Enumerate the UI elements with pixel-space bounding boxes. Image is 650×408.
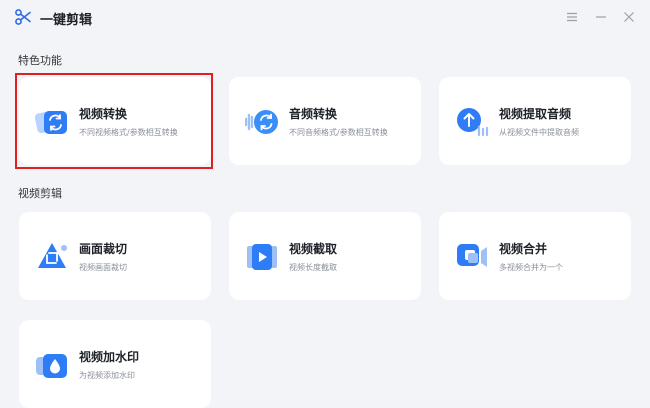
title-bar: 一键剪辑: [0, 0, 650, 34]
card-desc: 不同视频格式/参数相互转换: [79, 128, 178, 137]
extract-audio-icon: [457, 108, 489, 137]
card-desc: 视频画面裁切: [79, 263, 127, 272]
section-title-video-edit: 视频剪辑: [18, 187, 62, 200]
minimize-button[interactable]: [591, 7, 611, 27]
card-desc: 多视频合并为一个: [499, 263, 563, 272]
card-audio-convert[interactable]: 音频转换 不同音频格式/参数相互转换: [229, 77, 421, 165]
watermark-icon: [36, 354, 67, 378]
card-title: 视频加水印: [79, 350, 140, 364]
card-desc: 从视频文件中提取音频: [499, 128, 579, 137]
card-desc: 为视频添加水印: [79, 371, 135, 380]
card-watermark[interactable]: 视频加水印 为视频添加水印: [19, 320, 211, 408]
crop-icon: [38, 243, 67, 268]
video-convert-icon: [35, 110, 67, 134]
card-video-convert[interactable]: 视频转换 不同视频格式/参数相互转换: [19, 77, 211, 165]
minimize-icon: [596, 16, 606, 18]
card-title: 视频提取音频: [499, 107, 572, 121]
app-title: 一键剪辑: [40, 13, 93, 28]
card-title: 音频转换: [289, 107, 338, 121]
card-desc: 不同音频格式/参数相互转换: [289, 128, 388, 137]
audio-convert-icon: [245, 110, 278, 134]
menu-icon: [567, 12, 577, 22]
card-trim[interactable]: 视频截取 视频长度截取: [229, 212, 421, 300]
close-button[interactable]: [619, 7, 639, 27]
merge-icon: [457, 244, 487, 267]
section-title-featured: 特色功能: [18, 54, 62, 67]
card-title: 视频截取: [289, 242, 338, 256]
card-merge[interactable]: 视频合并 多视频合并为一个: [439, 212, 631, 300]
card-title: 画面裁切: [79, 242, 128, 256]
close-icon: [624, 12, 634, 22]
scissors-icon: [15, 9, 31, 25]
card-title: 视频合并: [499, 242, 548, 256]
card-title: 视频转换: [79, 107, 128, 121]
card-crop[interactable]: 画面裁切 视频画面裁切: [19, 212, 211, 300]
trim-icon: [247, 244, 277, 270]
card-extract-audio[interactable]: 视频提取音频 从视频文件中提取音频: [439, 77, 631, 165]
card-desc: 视频长度截取: [289, 263, 337, 272]
menu-button[interactable]: [562, 7, 582, 27]
